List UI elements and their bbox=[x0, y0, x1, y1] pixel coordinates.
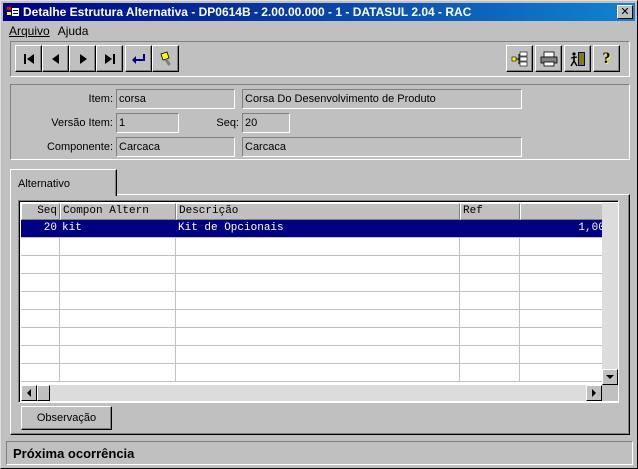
seq-field: 20 bbox=[242, 113, 290, 133]
help-button[interactable]: ? bbox=[593, 45, 620, 72]
tab-alternativo[interactable]: Alternativo bbox=[10, 169, 117, 196]
componente-field: Carcaca bbox=[116, 137, 235, 157]
window-title: Detalhe Estrutura Alternativa - DP0614B … bbox=[23, 5, 472, 19]
scroll-left-button[interactable] bbox=[21, 385, 37, 401]
menu-bar: Arquivo Ajuda bbox=[3, 22, 635, 40]
versao-item-field: 1 bbox=[116, 113, 179, 133]
vertical-scrollbar[interactable] bbox=[602, 203, 618, 385]
close-button[interactable]: ✕ bbox=[617, 5, 633, 19]
componente-description-field: Carcaca bbox=[242, 137, 522, 157]
cell-seq: 20 bbox=[21, 220, 60, 237]
last-record-button[interactable] bbox=[96, 45, 123, 72]
menu-arquivo[interactable]: Arquivo bbox=[3, 24, 56, 38]
flashlight-search-icon bbox=[159, 50, 171, 66]
structure-button[interactable] bbox=[506, 45, 533, 72]
table-row-empty[interactable] bbox=[21, 256, 602, 274]
first-record-icon bbox=[23, 53, 34, 64]
item-description-field: Corsa Do Desenvolvimento de Produto bbox=[242, 89, 522, 109]
table-row-empty[interactable] bbox=[21, 310, 602, 328]
versao-item-label: Versão Item: bbox=[51, 117, 113, 129]
alternatives-grid[interactable]: Seq Compon Altern Descrição Ref Qt 20 ki… bbox=[18, 200, 619, 403]
observacao-button[interactable]: Observação bbox=[21, 406, 112, 430]
seq-label: Seq: bbox=[216, 117, 239, 129]
table-row-empty[interactable] bbox=[21, 274, 602, 292]
next-record-icon bbox=[79, 53, 87, 64]
componente-label: Componente: bbox=[46, 141, 113, 153]
arrow-down-icon bbox=[606, 374, 614, 379]
cell-ref bbox=[460, 220, 520, 237]
observacao-button-label: Observação bbox=[36, 412, 97, 424]
cell-descricao: Kit de Opcionais bbox=[176, 220, 460, 237]
printer-icon bbox=[540, 51, 557, 66]
previous-record-icon bbox=[51, 53, 59, 64]
table-row-empty[interactable] bbox=[21, 328, 602, 346]
column-header-seq[interactable]: Seq bbox=[21, 203, 60, 220]
previous-record-button[interactable] bbox=[42, 45, 69, 72]
menu-ajuda[interactable]: Ajuda bbox=[56, 24, 95, 38]
column-header-descricao[interactable]: Descrição bbox=[176, 203, 460, 220]
column-header-ref[interactable]: Ref bbox=[460, 203, 520, 220]
grid-viewport: Seq Compon Altern Descrição Ref Qt 20 ki… bbox=[21, 203, 602, 385]
print-button[interactable] bbox=[535, 45, 562, 72]
toolbar: ? bbox=[10, 41, 630, 77]
item-field: corsa bbox=[116, 89, 235, 109]
header-form-panel: Item: corsa Corsa Do Desenvolvimento de … bbox=[10, 84, 630, 160]
column-header-compon-altern[interactable]: Compon Altern bbox=[60, 203, 176, 220]
app-icon bbox=[6, 5, 20, 19]
scroll-down-button[interactable] bbox=[602, 369, 618, 385]
table-row[interactable]: 20 kit Kit de Opcionais 1,0000 bbox=[21, 220, 602, 238]
menu-ajuda-label: Ajuda bbox=[57, 24, 89, 38]
first-record-button[interactable] bbox=[15, 45, 42, 72]
horizontal-scrollbar[interactable] bbox=[21, 385, 602, 401]
return-button[interactable] bbox=[125, 45, 152, 72]
table-row-empty[interactable] bbox=[21, 238, 602, 256]
exit-door-icon bbox=[569, 51, 585, 66]
menu-arquivo-label: Arquivo bbox=[9, 24, 50, 38]
search-button[interactable] bbox=[152, 45, 179, 72]
grid-header: Seq Compon Altern Descrição Ref Qt bbox=[21, 203, 602, 220]
structure-tree-icon bbox=[511, 51, 527, 66]
return-arrow-icon bbox=[131, 53, 145, 64]
help-icon: ? bbox=[602, 49, 611, 67]
grid-rows: 20 kit Kit de Opcionais 1,0000 bbox=[21, 220, 602, 382]
scroll-right-button[interactable] bbox=[586, 385, 602, 401]
title-bar: Detalhe Estrutura Alternativa - DP0614B … bbox=[3, 3, 635, 21]
scroll-thumb[interactable] bbox=[37, 385, 50, 401]
main-window: Detalhe Estrutura Alternativa - DP0614B … bbox=[0, 0, 638, 469]
column-header-qt[interactable]: Qt bbox=[520, 203, 602, 220]
last-record-icon bbox=[104, 53, 115, 64]
next-record-button[interactable] bbox=[69, 45, 96, 72]
status-bar: Próxima ocorrência bbox=[6, 441, 633, 465]
item-label: Item: bbox=[88, 93, 113, 105]
arrow-left-icon bbox=[26, 389, 31, 397]
exit-button[interactable] bbox=[564, 45, 591, 72]
table-row-empty[interactable] bbox=[21, 364, 602, 382]
cell-qt: 1,0000 bbox=[520, 220, 602, 237]
arrow-right-icon bbox=[591, 389, 596, 397]
cell-compon-altern: kit bbox=[60, 220, 176, 237]
table-row-empty[interactable] bbox=[21, 292, 602, 310]
scrollbar-corner bbox=[602, 385, 618, 401]
table-row-empty[interactable] bbox=[21, 346, 602, 364]
